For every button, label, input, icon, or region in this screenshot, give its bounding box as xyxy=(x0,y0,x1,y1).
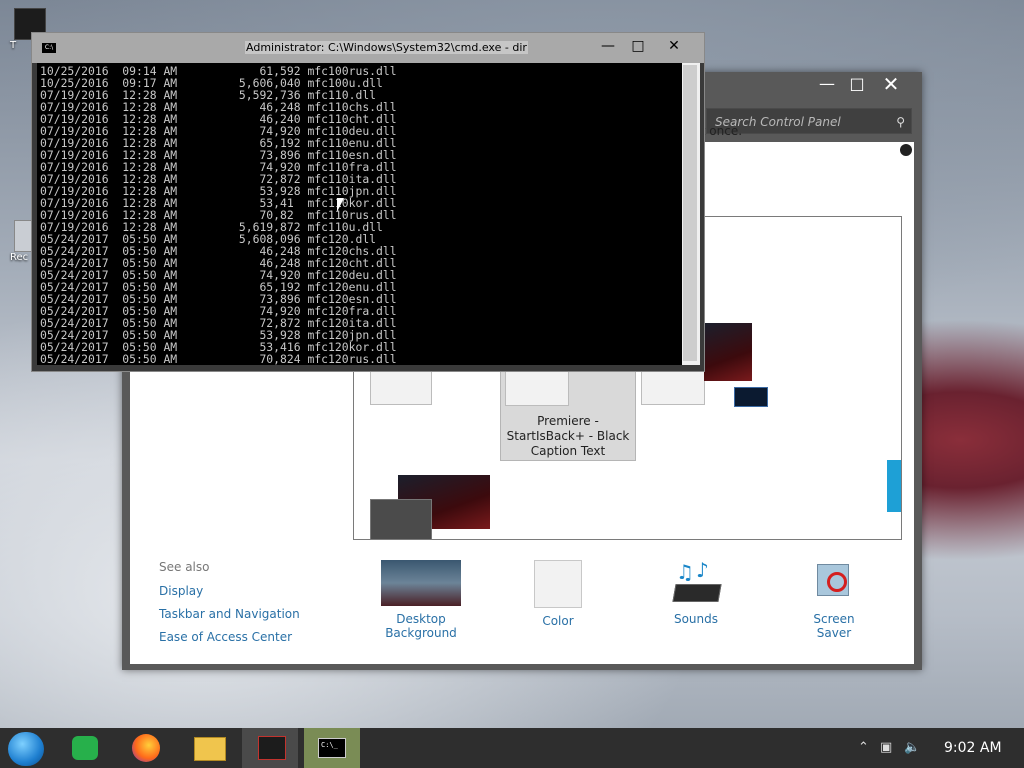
theme-tile-dark[interactable] xyxy=(370,499,432,539)
command-prompt-icon: C:\_ xyxy=(318,738,346,758)
network-icon[interactable]: ▣ xyxy=(880,740,892,755)
sounds-icon: ♫ ♪ xyxy=(672,558,722,606)
link-ease-of-access-center[interactable]: Ease of Access Center xyxy=(159,630,292,644)
minimize-button[interactable]: — xyxy=(810,72,844,96)
sounds-button[interactable]: ♫ ♪ Sounds xyxy=(664,558,728,626)
theme-thumbnail-small xyxy=(734,387,768,407)
minimize-button[interactable]: — xyxy=(594,36,622,56)
see-also-heading: See also xyxy=(159,560,210,574)
selected-theme-caption: Premiere - StartIsBack+ - Black Caption … xyxy=(506,414,630,458)
taskbar-media-app[interactable] xyxy=(242,728,298,768)
theme-tile[interactable] xyxy=(641,369,705,405)
show-hidden-icons-button[interactable]: ⌃ xyxy=(858,740,869,755)
sounds-label: Sounds xyxy=(673,612,719,626)
volume-icon[interactable]: 🔈 xyxy=(904,740,920,755)
close-button[interactable]: ✕ xyxy=(874,72,908,96)
taskbar-command-prompt[interactable]: C:\_ xyxy=(304,728,360,768)
start-button[interactable] xyxy=(0,728,56,768)
desktop-background-button[interactable]: Desktop Background xyxy=(364,560,478,640)
search-icon[interactable]: ⚲ xyxy=(896,109,905,135)
vertical-scrollbar[interactable] xyxy=(682,63,700,365)
help-icon[interactable] xyxy=(900,144,912,156)
screen-saver-label: Screen Saver xyxy=(813,612,855,640)
color-button[interactable]: Color xyxy=(528,560,588,628)
maximize-button[interactable]: □ xyxy=(840,72,874,96)
firefox-icon xyxy=(132,734,160,762)
command-output[interactable]: 10/25/2016 09:14 AM 61,592 mfc100rus.dll… xyxy=(37,63,682,365)
theme-tile[interactable] xyxy=(370,369,432,405)
screen-saver-icon xyxy=(811,560,857,606)
command-prompt-window: C:\ Administrator: C:\Windows\System32\c… xyxy=(31,32,705,372)
taskbar-file-explorer[interactable] xyxy=(180,728,236,768)
folder-icon xyxy=(194,737,226,761)
vertical-scrollbar-thumb[interactable] xyxy=(887,460,901,512)
theme-preview xyxy=(505,370,569,406)
mouse-cursor xyxy=(337,198,344,212)
scrollbar-thumb[interactable] xyxy=(683,65,697,361)
command-prompt-titlebar[interactable]: C:\ Administrator: C:\Windows\System32\c… xyxy=(32,33,704,63)
taskbar: C:\_ ⌃ ▣ 🔈 9:02 AM xyxy=(0,728,1024,768)
link-display[interactable]: Display xyxy=(159,584,203,598)
desktop-background-thumbnail xyxy=(381,560,461,606)
media-app-icon xyxy=(258,736,286,760)
window-title: Administrator: C:\Windows\System32\cmd.e… xyxy=(245,41,528,54)
theme-thumbnail-image[interactable] xyxy=(704,323,752,381)
maximize-button[interactable]: □ xyxy=(624,36,652,56)
cmd-icon[interactable]: C:\ xyxy=(42,43,56,53)
close-button[interactable]: ✕ xyxy=(660,36,688,56)
clock[interactable]: 9:02 AM xyxy=(944,740,1002,756)
notes-app-icon xyxy=(72,736,98,760)
start-orb-icon xyxy=(8,732,44,766)
taskbar-firefox[interactable] xyxy=(118,728,174,768)
color-swatch xyxy=(534,560,582,608)
directory-listing: 10/25/2016 09:14 AM 61,592 mfc100rus.dll… xyxy=(40,64,397,365)
color-label: Color xyxy=(542,614,574,628)
screen-saver-button[interactable]: Screen Saver xyxy=(796,560,872,640)
taskbar-notes-app[interactable] xyxy=(58,728,114,768)
desktop-background-label: Desktop Background xyxy=(385,612,457,640)
link-taskbar-and-navigation[interactable]: Taskbar and Navigation xyxy=(159,607,300,621)
